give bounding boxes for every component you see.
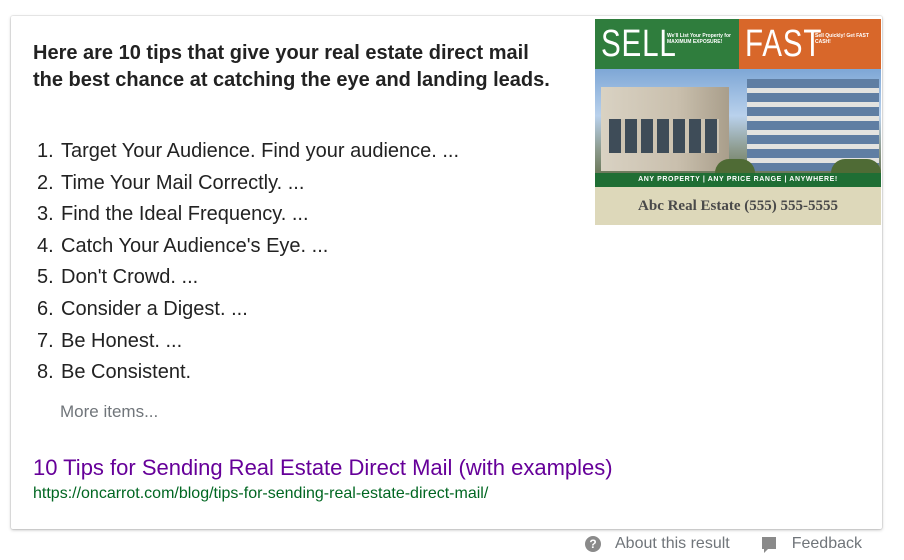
thumbnail-tree xyxy=(715,159,755,173)
list-item: 3. Find the Ideal Frequency. ... xyxy=(37,199,459,231)
thumbnail-tree xyxy=(831,159,881,173)
question-circle-icon: ? xyxy=(585,536,601,552)
result-title-link[interactable]: 10 Tips for Sending Real Estate Direct M… xyxy=(33,455,613,481)
feedback-link[interactable]: Feedback xyxy=(730,535,862,553)
list-item-number: 3. xyxy=(37,203,54,226)
thumbnail-company-text: Abc Real Estate (555) 555-5555 xyxy=(595,187,881,225)
list-item: 2. Time Your Mail Correctly. ... xyxy=(37,168,459,200)
tips-list: 1. Target Your Audience. Find your audien… xyxy=(37,136,459,389)
list-item: 6. Consider a Digest. ... xyxy=(37,294,459,326)
list-item-number: 6. xyxy=(37,297,54,320)
thumbnail-sell-band: SELL We'll List Your Property for MAXIMU… xyxy=(595,19,739,69)
list-item-text: Target Your Audience. Find your audience… xyxy=(61,140,460,162)
about-this-result-link[interactable]: ? About this result xyxy=(585,535,730,553)
list-item: 4. Catch Your Audience's Eye. ... xyxy=(37,231,459,263)
speech-bubble-icon xyxy=(761,537,776,553)
result-thumbnail-image[interactable]: SELL We'll List Your Property for MAXIMU… xyxy=(595,19,881,225)
thumbnail-header-bands: SELL We'll List Your Property for MAXIMU… xyxy=(595,19,881,69)
thumbnail-building-photo xyxy=(595,69,881,173)
thumbnail-strip-text: ANY PROPERTY | ANY PRICE RANGE | ANYWHER… xyxy=(595,173,881,187)
list-item-number: 1. xyxy=(37,140,54,162)
list-item-text: Don't Crowd. ... xyxy=(61,266,199,289)
list-item-text: Catch Your Audience's Eye. ... xyxy=(61,234,329,257)
featured-snippet-card: Here are 10 tips that give your real est… xyxy=(11,16,882,529)
thumbnail-building-left-windows xyxy=(609,119,719,153)
list-item-text: Consider a Digest. ... xyxy=(61,297,248,320)
thumbnail-fast-word: FAST xyxy=(745,23,823,65)
list-item-number: 4. xyxy=(37,234,54,257)
list-item: 1. Target Your Audience. Find your audien… xyxy=(37,136,459,168)
about-this-result-label: About this result xyxy=(615,535,730,552)
list-item: 5. Don't Crowd. ... xyxy=(37,262,459,294)
list-item-text: Find the Ideal Frequency. ... xyxy=(61,203,309,226)
result-url: https://oncarrot.com/blog/tips-for-sendi… xyxy=(33,485,489,502)
feedback-label: Feedback xyxy=(791,535,862,552)
list-item-number: 5. xyxy=(37,266,54,289)
list-item: 8. Be Consistent. xyxy=(37,357,459,389)
list-item-number: 2. xyxy=(37,171,54,194)
snippet-headline: Here are 10 tips that give your real est… xyxy=(33,42,550,91)
list-item-number: 8. xyxy=(37,361,54,384)
more-items-link[interactable]: More items... xyxy=(60,402,158,422)
result-footer: ? About this result Feedback xyxy=(585,535,862,553)
list-item-text: Be Consistent. xyxy=(61,361,192,384)
thumbnail-building-right xyxy=(747,79,879,171)
thumbnail-fast-tagline: Sell Quickly! Get FAST CASH! xyxy=(815,33,869,45)
thumbnail-fast-band: FAST Sell Quickly! Get FAST CASH! xyxy=(739,19,881,69)
thumbnail-sell-word: SELL xyxy=(601,23,677,65)
list-item-number: 7. xyxy=(37,329,54,352)
list-item-text: Time Your Mail Correctly. ... xyxy=(61,171,305,194)
thumbnail-sell-tagline: We'll List Your Property for MAXIMUM EXP… xyxy=(667,33,731,45)
list-item-text: Be Honest. ... xyxy=(61,329,183,352)
list-item: 7. Be Honest. ... xyxy=(37,326,459,358)
